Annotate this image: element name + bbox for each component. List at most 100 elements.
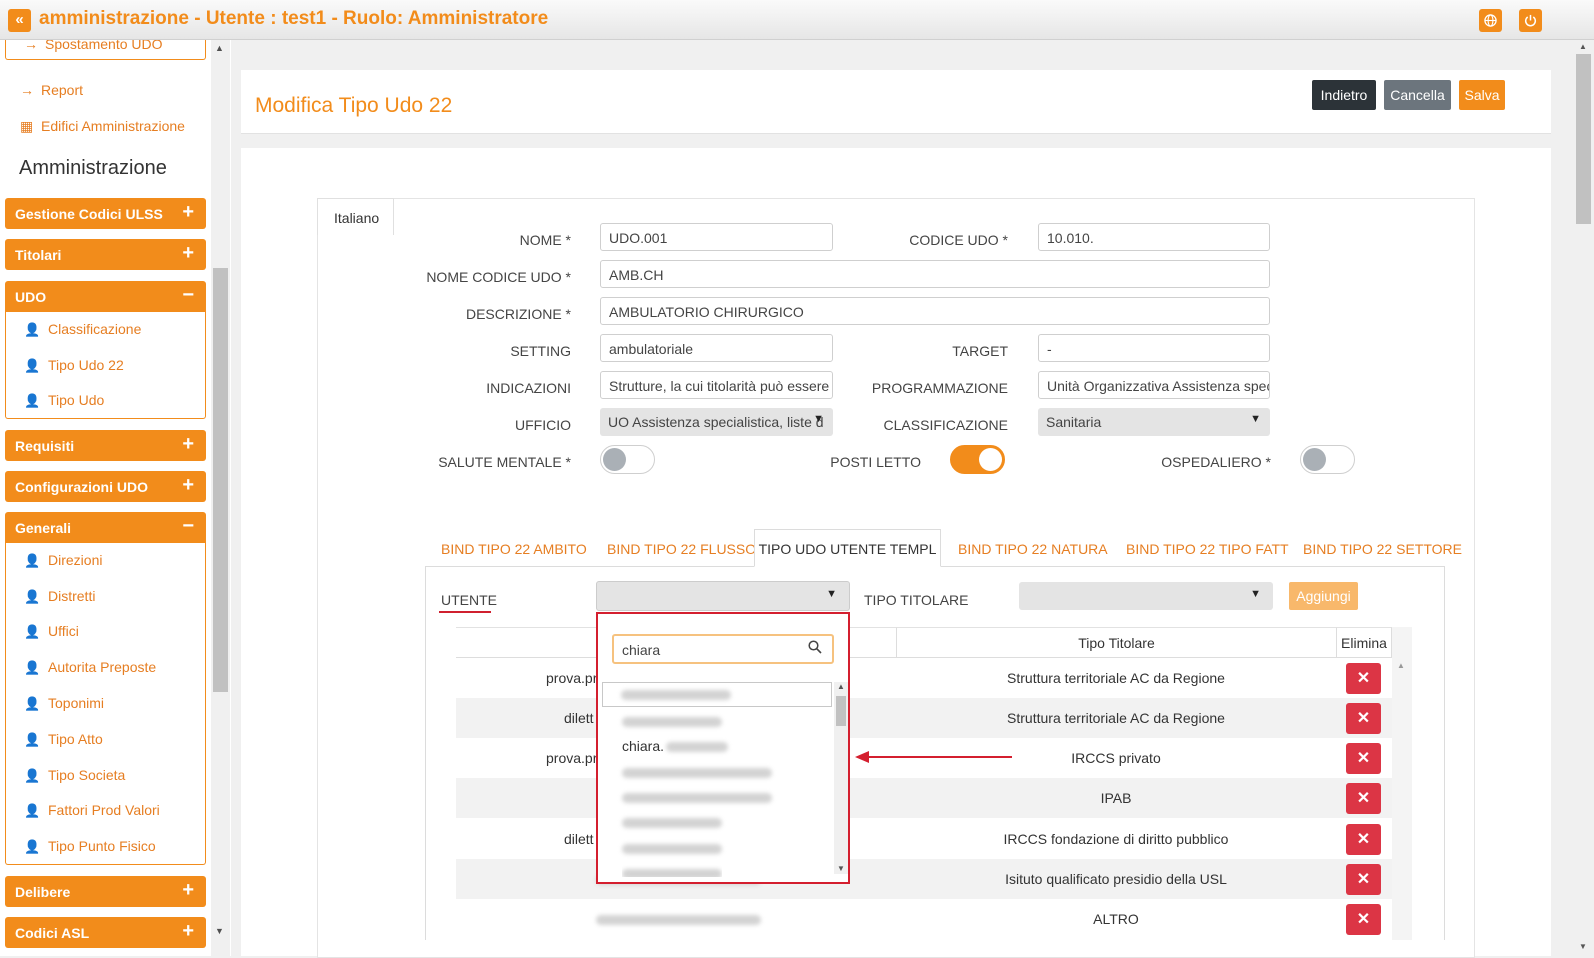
sidebar-section-udo[interactable]: UDO − <box>5 281 206 312</box>
sidebar-item-classificazione[interactable]: 👤 Classificazione <box>24 321 141 338</box>
programmazione-input[interactable]: Unità Organizzativa Assistenza speci <box>1038 371 1270 399</box>
arrow-right-icon: → <box>20 82 34 98</box>
row-tipo: IPAB <box>1100 790 1132 806</box>
sidebar-scrollbar[interactable]: ▲ ▼ <box>211 40 230 956</box>
sidebar-section-generali[interactable]: Generali − <box>5 512 206 543</box>
sidebar-heading: Amministrazione <box>19 157 167 179</box>
delete-row-button[interactable]: ✕ <box>1346 743 1381 774</box>
sidebar-item-autorita-preposte[interactable]: 👤 Autorita Preposte <box>24 659 156 676</box>
dropdown-option-chiara[interactable]: chiara. <box>622 738 729 754</box>
nome-codice-udo-input[interactable]: AMB.CH <box>600 260 1270 288</box>
row-utente: dilett <box>564 710 594 726</box>
building-icon: ▦ <box>20 118 34 134</box>
indicazioni-input[interactable]: Strutture, la cui titolarità può essere … <box>600 371 833 399</box>
sidebar-item-tipo-atto[interactable]: 👤 Tipo Atto <box>24 731 103 748</box>
sidebar-section-titolari[interactable]: Titolari + <box>5 239 206 270</box>
sidebar-section-gestione-codici-ulss[interactable]: Gestione Codici ULSS + <box>5 198 206 229</box>
sidebar-item-distretti[interactable]: 👤 Distretti <box>24 588 95 605</box>
delete-row-button[interactable]: ✕ <box>1346 864 1381 895</box>
posti-letto-label: POSTI LETTO <box>830 454 921 470</box>
delete-row-button[interactable]: ✕ <box>1346 904 1381 935</box>
sidebar-section-configurazioni-udo[interactable]: Configurazioni UDO + <box>5 471 206 502</box>
nome-input[interactable]: UDO.001 <box>600 223 833 251</box>
table-scrollbar[interactable]: ▲ <box>1392 627 1412 940</box>
posti-letto-toggle[interactable] <box>950 445 1005 474</box>
tipo-titolare-select[interactable]: ▼ <box>1019 582 1273 610</box>
collapse-sidebar-button[interactable]: « <box>8 9 31 32</box>
annotation-arrow <box>858 756 1012 758</box>
sidebar-section-delibere[interactable]: Delibere + <box>5 876 206 907</box>
caret-down-icon: ▼ <box>1250 588 1261 600</box>
dropdown-option[interactable] <box>622 840 722 856</box>
delete-button[interactable]: Cancella <box>1384 80 1451 110</box>
scroll-up-icon[interactable]: ▲ <box>1397 661 1405 670</box>
main-scrollbar[interactable]: ▲ ▼ <box>1573 40 1594 956</box>
scroll-down-icon[interactable]: ▼ <box>215 926 224 936</box>
scroll-down-icon[interactable]: ▼ <box>1579 942 1587 951</box>
utente-select[interactable]: ▼ <box>596 581 850 611</box>
plus-icon: + <box>182 474 194 496</box>
classificazione-select[interactable]: Sanitaria ▼ <box>1038 408 1270 436</box>
sidebar-item-fattori-prod-valori[interactable]: 👤 Fattori Prod Valori <box>24 802 160 819</box>
sidebar-scroll-thumb[interactable] <box>213 268 228 692</box>
tab-tipo-udo-utente-templ[interactable]: TIPO UDO UTENTE TEMPL <box>754 529 941 567</box>
dropdown-option[interactable] <box>622 814 722 830</box>
ufficio-select[interactable]: UO Assistenza specialistica, liste d ▼ <box>600 408 833 436</box>
scroll-down-icon[interactable]: ▼ <box>837 864 845 873</box>
sidebar-item-tipo-societa[interactable]: 👤 Tipo Societa <box>24 767 125 784</box>
codice-udo-input[interactable]: 10.010. <box>1038 223 1270 251</box>
save-button[interactable]: Salva <box>1459 80 1505 110</box>
sidebar-section-requisiti[interactable]: Requisiti + <box>5 430 206 461</box>
tab-bind-settore[interactable]: BIND TIPO 22 SETTORE <box>1303 541 1462 557</box>
delete-row-button[interactable]: ✕ <box>1346 783 1381 814</box>
tab-bind-natura[interactable]: BIND TIPO 22 NATURA <box>958 541 1108 557</box>
delete-row-button[interactable]: ✕ <box>1346 703 1381 734</box>
target-input[interactable]: - <box>1038 334 1270 362</box>
sidebar-item-edifici[interactable]: ▦ Edifici Amministrazione <box>20 118 185 135</box>
ospedaliero-toggle[interactable] <box>1300 445 1355 474</box>
tab-italiano[interactable]: Italiano <box>317 198 394 235</box>
dropdown-scrollbar[interactable]: ▲ ▼ <box>834 682 848 874</box>
main-scroll-thumb[interactable] <box>1576 54 1591 224</box>
back-button[interactable]: Indietro <box>1312 80 1376 110</box>
setting-input[interactable]: ambulatoriale <box>600 334 833 362</box>
sidebar-section-codici-asl[interactable]: Codici ASL + <box>5 917 206 948</box>
power-icon[interactable] <box>1519 9 1542 32</box>
salute-mentale-toggle[interactable] <box>600 445 655 474</box>
dropdown-option[interactable] <box>622 764 772 780</box>
sidebar-group-generali: 👤 Direzioni 👤 Distretti 👤 Uffici 👤 Autorita … <box>5 543 206 865</box>
sidebar-item-uffici[interactable]: 👤 Uffici <box>24 623 79 640</box>
scroll-up-icon[interactable]: ▲ <box>837 682 845 691</box>
add-button[interactable]: Aggiungi <box>1289 582 1358 610</box>
sidebar-item-tipo-punto-fisico[interactable]: 👤 Tipo Punto Fisico <box>24 838 156 855</box>
globe-icon[interactable] <box>1479 9 1502 32</box>
sidebar-item-direzioni[interactable]: 👤 Direzioni <box>24 552 102 569</box>
dropdown-option-highlighted[interactable] <box>602 682 832 707</box>
dropdown-option[interactable] <box>622 713 722 729</box>
sidebar-item-tipo-udo-22[interactable]: 👤 Tipo Udo 22 <box>24 357 124 374</box>
utente-underline <box>439 611 491 613</box>
sidebar-item-tipo-udo[interactable]: 👤 Tipo Udo <box>24 392 104 409</box>
sidebar-item-toponimi[interactable]: 👤 Toponimi <box>24 695 104 712</box>
scroll-up-icon[interactable]: ▲ <box>1579 42 1587 51</box>
dropdown-scroll-thumb[interactable] <box>836 696 846 726</box>
nome-label: NOME * <box>519 232 571 248</box>
dropdown-option[interactable] <box>622 865 722 877</box>
sidebar-item-report[interactable]: → Report <box>20 82 83 98</box>
target-label: TARGET <box>952 343 1008 359</box>
dropdown-option[interactable] <box>622 789 772 805</box>
utente-search-input[interactable]: chiara <box>612 634 834 664</box>
caret-down-icon: ▼ <box>826 588 837 600</box>
classificazione-label: CLASSIFICAZIONE <box>883 417 1008 433</box>
delete-row-button[interactable]: ✕ <box>1346 663 1381 694</box>
tab-bind-tipo-fatt[interactable]: BIND TIPO 22 TIPO FATT <box>1126 541 1289 557</box>
scroll-up-icon[interactable]: ▲ <box>215 43 224 53</box>
descrizione-input[interactable]: AMBULATORIO CHIRURGICO <box>600 297 1270 325</box>
tab-bind-ambito[interactable]: BIND TIPO 22 AMBITO <box>441 541 587 557</box>
user-edit-icon: 👤 <box>24 553 41 568</box>
search-icon <box>808 640 822 657</box>
delete-row-button[interactable]: ✕ <box>1346 824 1381 855</box>
caret-down-icon: ▼ <box>1250 413 1261 425</box>
tab-bind-flusso[interactable]: BIND TIPO 22 FLUSSO <box>607 541 756 557</box>
sidebar-item-spostamento-udo[interactable]: → Spostamento UDO <box>24 40 163 52</box>
